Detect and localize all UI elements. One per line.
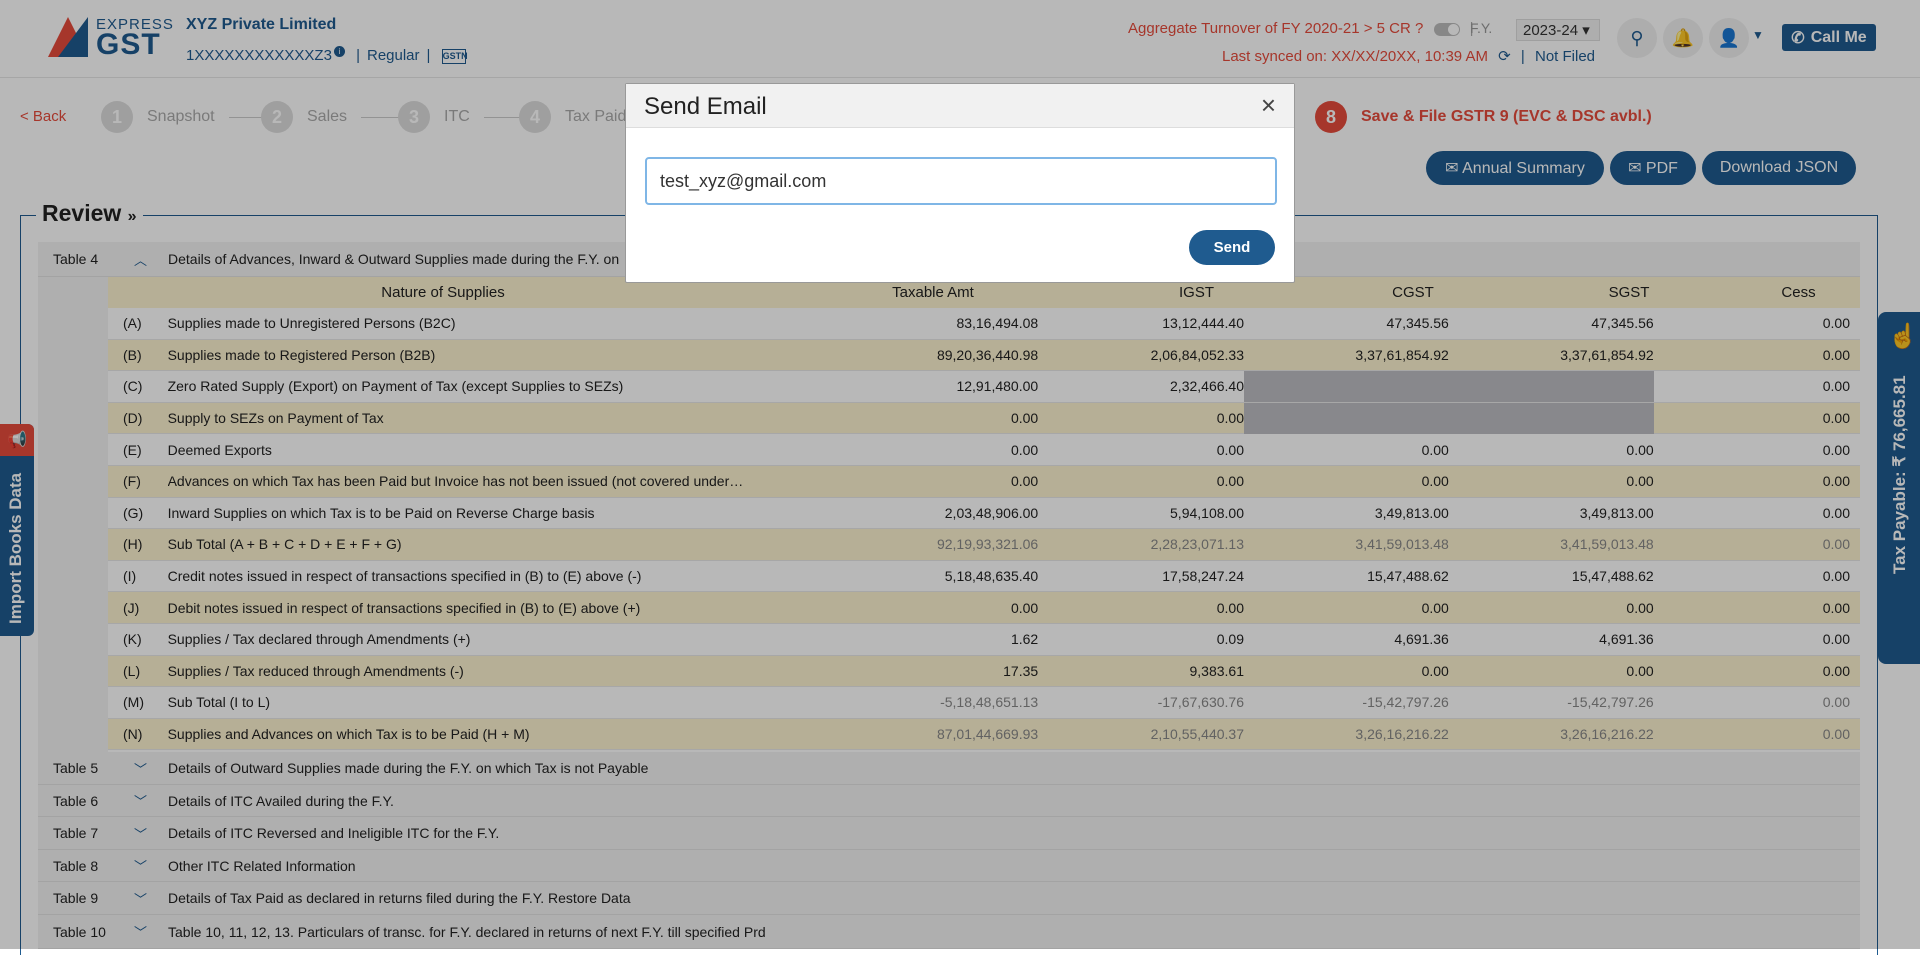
modal-header: Send Email × (626, 84, 1294, 128)
send-email-modal: Send Email × Send (625, 83, 1295, 283)
close-icon[interactable]: × (1261, 90, 1276, 121)
modal-title: Send Email (644, 93, 767, 120)
email-input[interactable] (645, 157, 1277, 205)
send-button[interactable]: Send (1189, 230, 1275, 265)
